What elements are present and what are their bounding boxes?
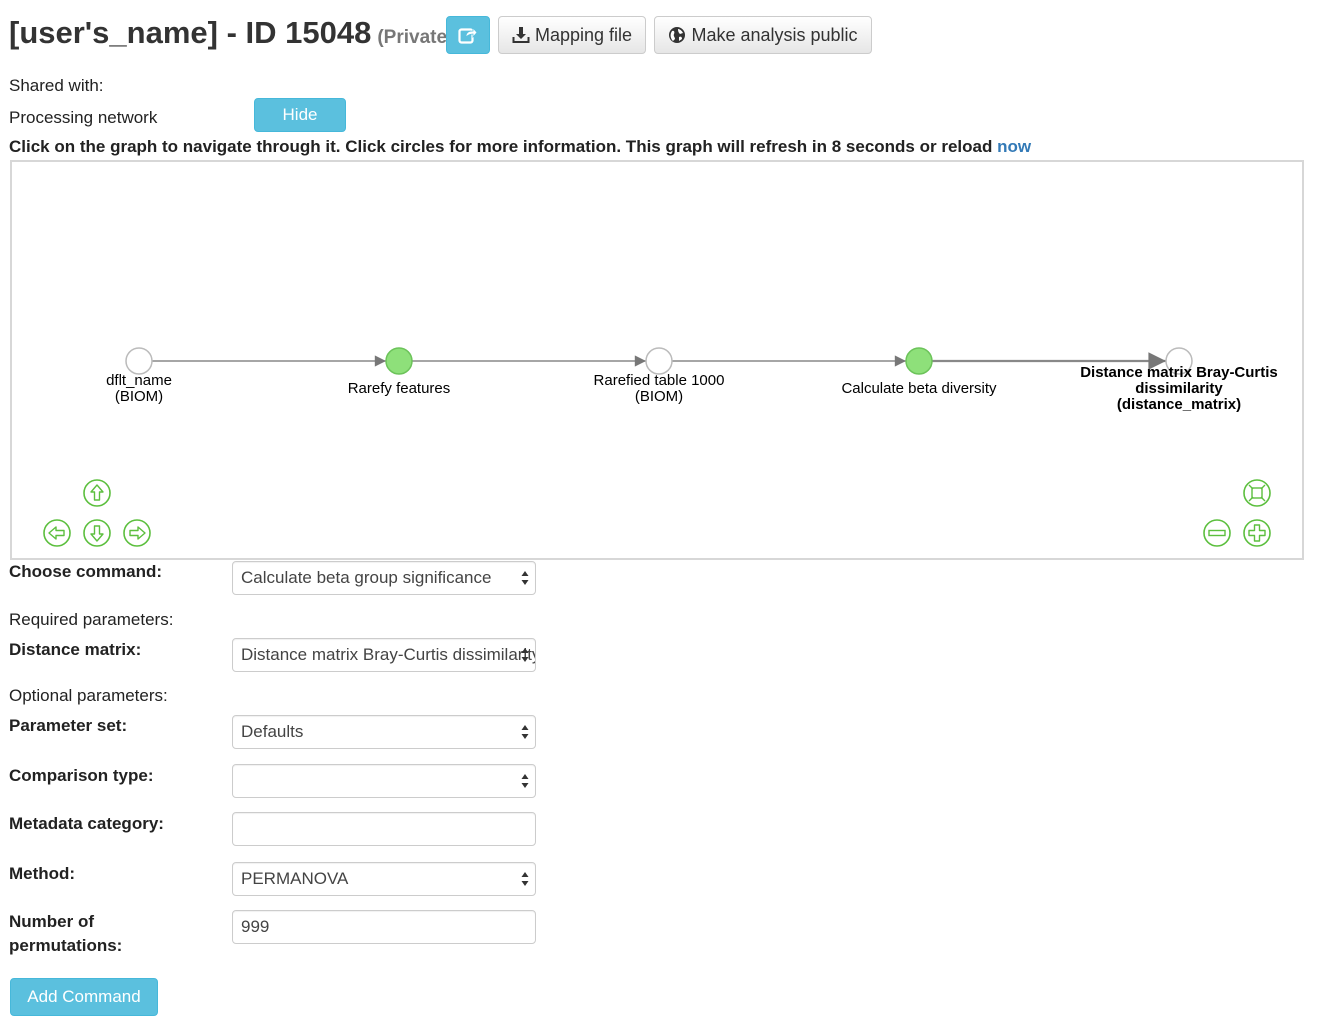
- pan-down-icon[interactable]: [83, 519, 111, 547]
- graph-node-artifact[interactable]: [125, 347, 153, 375]
- graph-node-label: Rarefy features: [348, 380, 451, 397]
- graph-node-label: (BIOM): [635, 388, 683, 405]
- choose-command-label: Choose command:: [9, 562, 163, 581]
- graph-node-label: dissimilarity: [1135, 380, 1223, 397]
- graph-instructions: Click on the graph to navigate through i…: [9, 137, 1031, 157]
- share-button[interactable]: [446, 16, 490, 54]
- parameter-set-select-value: Defaults: [241, 722, 304, 741]
- permutations-input[interactable]: 999: [232, 910, 536, 944]
- graph-node-job[interactable]: [385, 347, 413, 375]
- distance-matrix-select-value: Distance matrix Bray-Curtis dissimilarit…: [241, 645, 536, 664]
- graph-node-job[interactable]: [905, 347, 933, 375]
- download-icon: [512, 26, 530, 44]
- network-canvas[interactable]: dflt_name(BIOM) Rarefy features Rarefied t…: [12, 162, 1302, 558]
- method-label: Method:: [9, 864, 76, 883]
- globe-icon: [668, 26, 686, 44]
- graph-node-label: (distance_matrix): [1117, 396, 1241, 413]
- method-select-value: PERMANOVA: [241, 869, 349, 888]
- make-public-label: Make analysis public: [691, 24, 858, 45]
- fit-icon[interactable]: [1243, 479, 1271, 507]
- processing-network-graph[interactable]: dflt_name (BIOM) Rarefy features Rarefied t…: [10, 160, 1304, 560]
- metadata-category-input[interactable]: [232, 812, 536, 846]
- method-select[interactable]: PERMANOVA: [232, 862, 536, 896]
- command-select-value: Calculate beta group significance: [241, 568, 492, 587]
- zoom-in-icon[interactable]: [1243, 519, 1271, 547]
- page-title: [user's_name] - ID 15048 (Private): [9, 14, 453, 57]
- comparison-type-label: Comparison type:: [9, 766, 154, 785]
- processing-network-label: Processing network: [9, 108, 158, 127]
- optional-parameters-label: Optional parameters:: [9, 686, 168, 705]
- graph-node-label: dflt_name: [106, 372, 172, 389]
- pan-right-icon[interactable]: [123, 519, 151, 547]
- command-select[interactable]: Calculate beta group significance: [232, 561, 536, 595]
- zoom-out-icon[interactable]: [1203, 519, 1231, 547]
- pan-left-icon[interactable]: [43, 519, 71, 547]
- reload-now-link[interactable]: now: [997, 137, 1031, 156]
- select-arrows-icon: [521, 872, 529, 886]
- graph-node-label: Calculate beta diversity: [841, 380, 997, 397]
- permutations-label-line1: Number of: [9, 912, 94, 931]
- parameter-set-label: Parameter set:: [9, 716, 128, 735]
- metadata-category-label: Metadata category:: [9, 814, 164, 833]
- graph-node-label: (BIOM): [115, 388, 163, 405]
- graph-labels: dflt_name(BIOM) Rarefy features Rarefied t…: [106, 364, 1278, 413]
- select-arrows-icon: [521, 571, 529, 585]
- make-public-button[interactable]: Make analysis public: [654, 16, 872, 54]
- distance-matrix-select[interactable]: Distance matrix Bray-Curtis dissimilarit…: [232, 638, 536, 672]
- graph-node-artifact[interactable]: [645, 347, 673, 375]
- instructions-text: Click on the graph to navigate through i…: [9, 137, 998, 156]
- privacy-badge: (Private): [377, 27, 454, 48]
- select-arrows-icon: [521, 774, 529, 788]
- parameter-set-select[interactable]: Defaults: [232, 715, 536, 749]
- pan-up-icon[interactable]: [83, 479, 111, 507]
- add-command-button[interactable]: Add Command: [10, 978, 158, 1016]
- select-arrows-icon: [521, 648, 529, 662]
- analysis-title: [user's_name] - ID 15048: [9, 15, 372, 50]
- select-arrows-icon: [521, 725, 529, 739]
- comparison-type-select[interactable]: [232, 764, 536, 798]
- permutations-label-line2: permutations:: [9, 936, 123, 955]
- mapping-file-label: Mapping file: [534, 24, 633, 45]
- hide-button[interactable]: Hide: [254, 98, 346, 132]
- distance-matrix-label: Distance matrix:: [9, 640, 142, 659]
- mapping-file-button[interactable]: Mapping file: [498, 16, 646, 54]
- graph-node-label: Distance matrix Bray-Curtis: [1080, 364, 1278, 381]
- shared-with-label: Shared with:: [9, 76, 104, 95]
- share-icon: [458, 26, 478, 44]
- graph-node-label: Rarefied table 1000: [594, 372, 725, 389]
- required-parameters-label: Required parameters:: [9, 610, 174, 629]
